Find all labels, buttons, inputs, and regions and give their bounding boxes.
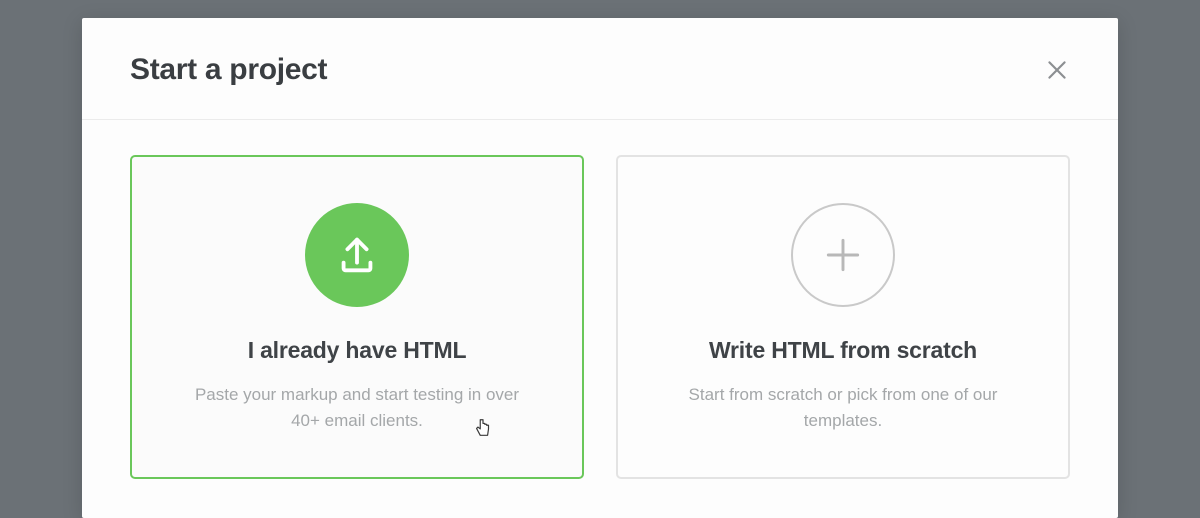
option-write-from-scratch[interactable]: Write HTML from scratch Start from scrat… [616, 155, 1070, 479]
modal-title: Start a project [130, 53, 327, 87]
option-title: I already have HTML [248, 337, 467, 364]
upload-icon [334, 232, 380, 278]
close-button[interactable] [1044, 57, 1070, 83]
close-icon [1044, 57, 1070, 83]
option-already-have-html[interactable]: I already have HTML Paste your markup an… [130, 155, 584, 479]
modal-body: I already have HTML Paste your markup an… [82, 120, 1118, 479]
option-description: Start from scratch or pick from one of o… [673, 382, 1013, 435]
option-title: Write HTML from scratch [709, 337, 977, 364]
option-description: Paste your markup and start testing in o… [187, 382, 527, 435]
modal-header: Start a project [82, 18, 1118, 120]
start-project-modal: Start a project I already have HTML Past… [82, 18, 1118, 518]
upload-icon-circle [305, 203, 409, 307]
plus-icon-circle [791, 203, 895, 307]
plus-icon [821, 233, 865, 277]
